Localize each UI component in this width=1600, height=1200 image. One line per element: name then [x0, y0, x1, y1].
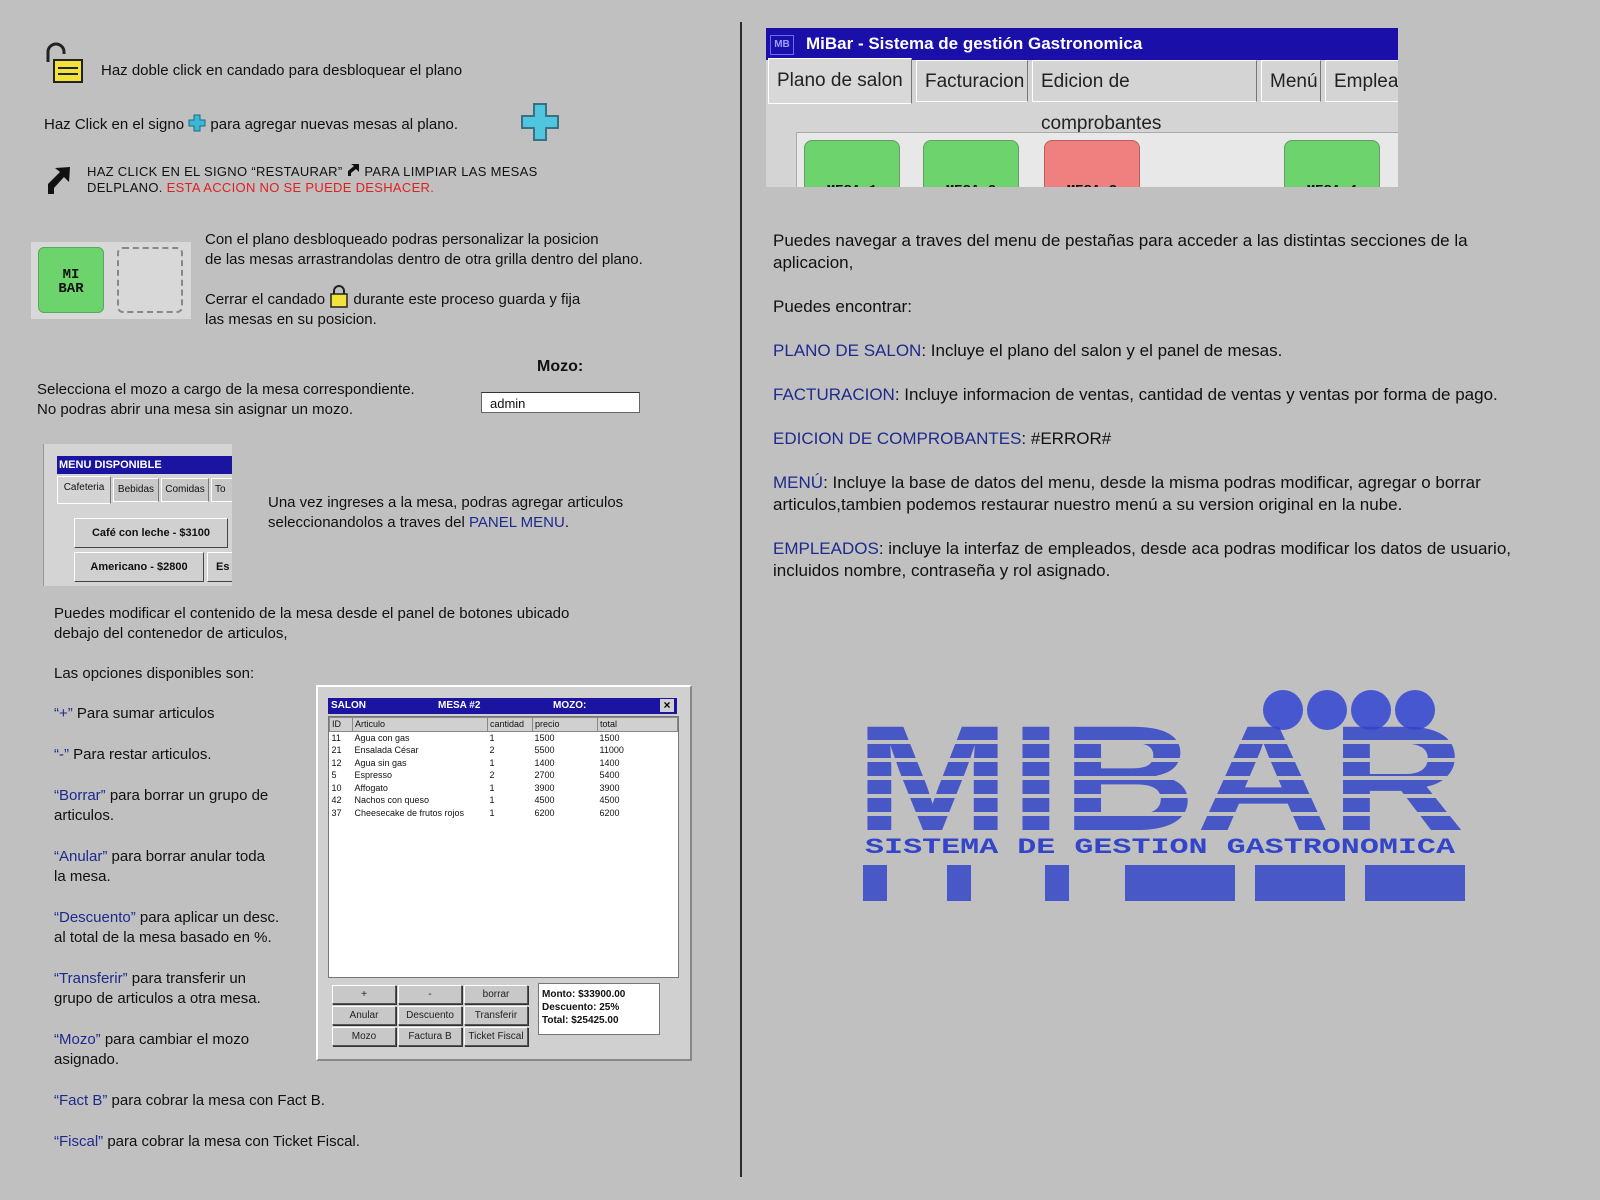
- plus-small-icon: [188, 114, 206, 132]
- tab-edicion-de-comprobantes[interactable]: Edicion de comprobantes: [1032, 60, 1257, 134]
- restore-instruction: HAZ CLICK EN EL SIGNO “RESTAURAR” PARA L…: [87, 164, 538, 195]
- app-icon: MB: [770, 35, 794, 55]
- tab-plano-de-salon[interactable]: Plano de salon: [768, 58, 912, 104]
- table-row[interactable]: 11 Agua con gas 1 1500 1500: [330, 731, 678, 744]
- modify-text: Puedes modificar el contenido de la mesa…: [54, 605, 570, 642]
- menu-item-cafe-con-leche[interactable]: Café con leche - $3100: [74, 518, 228, 548]
- menu-tab-cafeteria[interactable]: Cafeteria: [57, 476, 111, 504]
- close-icon[interactable]: ×: [660, 699, 674, 712]
- menu-tab-bebidas[interactable]: Bebidas: [113, 478, 159, 502]
- add-table-instruction: Haz Click en el signo para agregar nueva…: [44, 114, 459, 133]
- plus-icon[interactable]: [520, 102, 562, 149]
- menu-item-espresso[interactable]: Es: [207, 552, 232, 582]
- mibar-logo: MIBAR SISTEMA DE GESTION GASTRONOMICA: [855, 680, 1495, 910]
- option-anular: “Anular” para borrar anular toda la mesa.: [54, 848, 265, 885]
- section-plano-de-salon: PLANO DE SALON: Incluye el plano del sal…: [773, 341, 1283, 360]
- padlock-closed-icon: [330, 285, 348, 308]
- total-value: Total: $25425.00: [542, 1015, 619, 1026]
- table-row[interactable]: 10 Affogato 1 3900 3900: [330, 782, 678, 795]
- totals-box: Monto: $33900.00 Descuento: 25% Total: $…: [538, 983, 660, 1035]
- factura-b-button[interactable]: Factura B: [398, 1027, 462, 1046]
- logo-tagline: SISTEMA DE GESTION GASTRONOMICA: [865, 835, 1456, 860]
- option-borrar: “Borrar” para borrar un grupo de articulo…: [54, 787, 269, 824]
- empty-grid-slot[interactable]: [117, 247, 183, 313]
- option-descuento: “Descuento” para aplicar un desc. al tota…: [54, 909, 280, 946]
- add-button[interactable]: +: [332, 985, 396, 1004]
- tab-empleados[interactable]: Emplea: [1325, 60, 1398, 102]
- column-divider: [740, 22, 742, 1177]
- mibar-logo-graphic: MIBAR SISTEMA DE GESTION GASTRONOMICA: [855, 690, 1465, 901]
- section-empleados: EMPLEADOS: incluye la interfaz de emplea…: [773, 539, 1512, 580]
- restore-small-icon: [348, 164, 360, 176]
- table-row[interactable]: 37 Cheesecake de frutos rojos 1 6200 6200: [330, 807, 678, 820]
- restore-arrow-icon[interactable]: [44, 164, 72, 203]
- restore-warning: ESTA ACCION NO SE PUEDE DESHACER.: [166, 180, 435, 195]
- table-row[interactable]: 12 Agua sin gas 1 1400 1400: [330, 757, 678, 770]
- anular-button[interactable]: Anular: [332, 1006, 396, 1025]
- mozo-button[interactable]: Mozo: [332, 1027, 396, 1046]
- unlock-instruction: Haz doble click en candado para desbloqu…: [101, 62, 463, 79]
- items-table-container: ID Articulo cantidad precio total 11 Agua…: [328, 716, 679, 978]
- option-fiscal: “Fiscal” para cobrar la mesa con Ticket …: [54, 1133, 360, 1150]
- option-mozo: “Mozo” para cambiar el mozo asignado.: [54, 1031, 250, 1068]
- buttons-panel: + - borrar Anular Descuento Transferir M…: [328, 981, 677, 1053]
- menu-item-americano[interactable]: Americano - $2800: [74, 552, 204, 582]
- ticket-fiscal-button[interactable]: Ticket Fiscal: [464, 1027, 528, 1046]
- lock-text: Cerrar el candado durante este proceso g…: [205, 284, 580, 330]
- descuento-button[interactable]: Descuento: [398, 1006, 462, 1025]
- tab-menu[interactable]: Menú: [1261, 60, 1321, 102]
- option-plus: “+” Para sumar articulos: [54, 705, 215, 722]
- borrar-button[interactable]: borrar: [464, 985, 528, 1004]
- mozo-label: Mozo:: [537, 358, 584, 375]
- padlock-open-icon[interactable]: [42, 42, 86, 84]
- find-text: Puedes encontrar:: [773, 297, 912, 316]
- salon-window: SALON MESA #2 MOZO: × ID Articulo cantid…: [316, 685, 692, 1061]
- option-minus: “-” Para restar articulos.: [54, 746, 212, 763]
- panel-menu-link: PANEL MENU: [468, 514, 565, 531]
- option-fact-b: “Fact B” para cobrar la mesa con Fact B.: [54, 1092, 325, 1109]
- menu-panel: MENU DISPONIBLE Cafeteria Bebidas Comida…: [43, 444, 232, 586]
- mesa-3[interactable]: MESA 3: [1044, 140, 1140, 187]
- table-row[interactable]: 42 Nachos con queso 1 4500 4500: [330, 794, 678, 807]
- section-menu: MENÚ: Incluye la base de datos del menu,…: [773, 473, 1481, 514]
- table-tile[interactable]: MI BAR: [38, 247, 104, 313]
- app-title-bar: MB MiBar - Sistema de gestión Gastronomi…: [766, 28, 1398, 60]
- table-row[interactable]: 21 Ensalada César 2 5500 11000: [330, 744, 678, 757]
- menu-tab-comidas[interactable]: Comidas: [161, 478, 209, 502]
- app-title: MiBar - Sistema de gestión Gastronomica: [806, 34, 1143, 53]
- mesa-1[interactable]: MESA 1: [804, 140, 900, 187]
- transferir-button[interactable]: Transferir: [464, 1006, 528, 1025]
- descuento-value: Descuento: 25%: [542, 1002, 620, 1013]
- menu-text: Una vez ingreses a la mesa, podras agreg…: [268, 494, 624, 531]
- options-intro: Las opciones disponibles son:: [54, 665, 255, 682]
- section-facturacion: FACTURACION: Incluye informacion de vent…: [773, 385, 1498, 404]
- app-window-preview: MB MiBar - Sistema de gestión Gastronomi…: [766, 28, 1398, 187]
- mesa-2[interactable]: MESA 2: [923, 140, 1019, 187]
- items-table-header: ID Articulo cantidad precio total: [329, 717, 678, 732]
- section-edicion: EDICION DE COMPROBANTES: #ERROR#: [773, 429, 1112, 448]
- option-transferir: “Transferir” para transferir un grupo de …: [54, 970, 261, 1007]
- menu-tab-more[interactable]: To: [211, 478, 232, 502]
- table-tiles-preview: MI BAR: [31, 242, 191, 319]
- tab-facturacion[interactable]: Facturacion: [916, 60, 1028, 102]
- salon-title-bar: SALON MESA #2 MOZO: ×: [328, 698, 677, 714]
- mozo-input[interactable]: admin: [481, 392, 640, 413]
- table-row[interactable]: 5 Espresso 2 2700 5400: [330, 769, 678, 782]
- monto-value: Monto: $33900.00: [542, 989, 626, 1000]
- mozo-text: Selecciona el mozo a cargo de la mesa co…: [37, 381, 415, 418]
- menu-panel-title: MENU DISPONIBLE: [57, 456, 232, 474]
- customize-text: Con el plano desbloqueado podras persona…: [205, 231, 643, 268]
- subtract-button[interactable]: -: [398, 985, 462, 1004]
- items-table: ID Articulo cantidad precio total 11 Agua…: [329, 717, 678, 819]
- nav-text: Puedes navegar a traves del menu de pest…: [773, 231, 1468, 272]
- mesa-4[interactable]: MESA 4: [1284, 140, 1380, 187]
